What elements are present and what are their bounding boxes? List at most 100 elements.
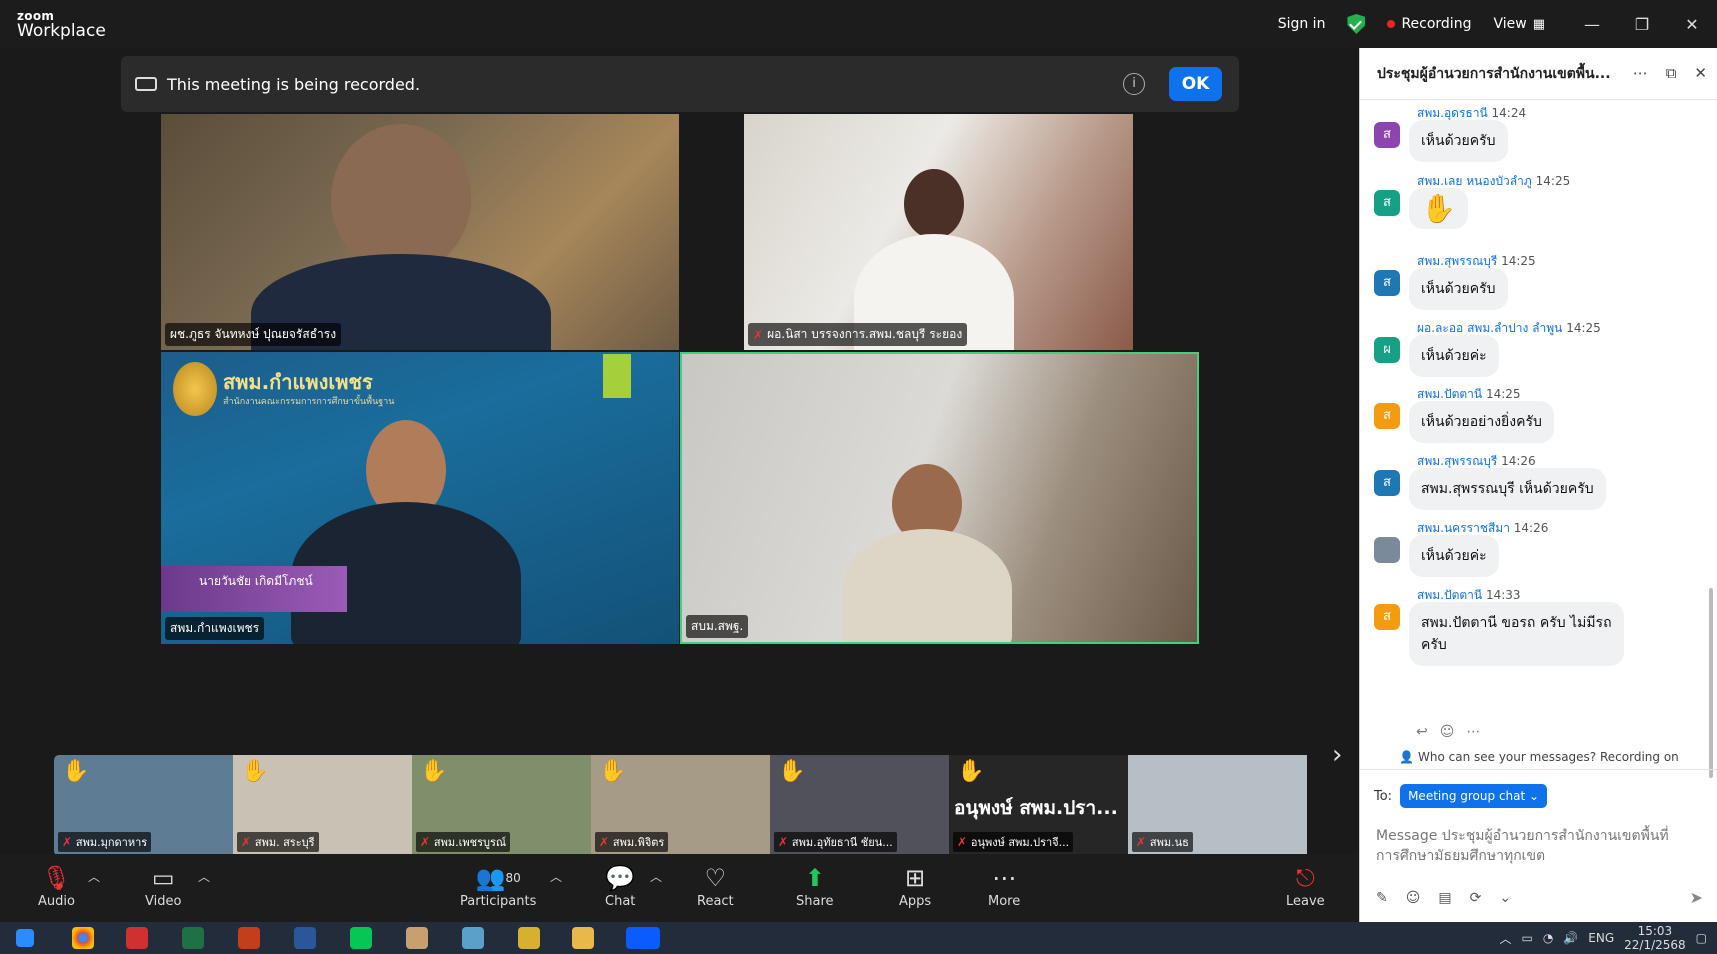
battery-icon[interactable]: ▭ (1521, 931, 1532, 945)
minimize-icon[interactable]: — (1567, 15, 1617, 34)
thumbnail-tile[interactable]: ✗ สพม.นธ (1128, 755, 1307, 856)
zoom-taskbar-icon[interactable] (626, 927, 660, 949)
participants-label: Participants (460, 894, 537, 909)
message-time: 14:33 (1485, 588, 1521, 602)
thumbnail-tile[interactable]: ✋ ✗ สพม.อุทัยธานี ชัยน... (770, 755, 949, 856)
send-icon[interactable]: ➤ (1690, 888, 1703, 907)
recording-indicator[interactable]: Recording (1387, 16, 1471, 32)
windows-start-icon[interactable] (16, 929, 34, 947)
network-icon[interactable]: ◔ (1543, 931, 1553, 945)
participants-count: 80 (505, 871, 521, 885)
message-visibility-notice[interactable]: 👤 Who can see your messages? Recording o… (1360, 744, 1717, 770)
zoom-logo: zoom Workplace (17, 10, 106, 40)
file-explorer-icon[interactable] (572, 927, 594, 949)
reply-icon[interactable]: ↩ (1416, 724, 1428, 740)
paint-icon[interactable] (406, 927, 428, 949)
chat-options-caret-icon[interactable]: ︿ (650, 868, 662, 885)
video-options-caret-icon[interactable]: ︿ (198, 868, 210, 885)
chrome-icon[interactable] (72, 927, 94, 949)
message-bubble: เห็นด้วยค่ะ (1409, 535, 1499, 577)
thumbnail-tile[interactable]: ✋ ✗ สพม.เพชรบูรณ์ (412, 755, 591, 856)
thumbnail-tile[interactable]: ✋ อนุพงษ์ สพม.ปรา... ✗ อนุพงษ์ สพม.ปราจี..… (949, 755, 1128, 856)
avatar: ส (1374, 403, 1400, 429)
excel-icon[interactable] (182, 927, 204, 949)
participant-name-tag: ✗ สพม. สระบุรี (237, 832, 319, 852)
muted-mic-icon: 🎙 (41, 864, 72, 892)
heart-icon: ♡ (704, 864, 727, 892)
powerpoint-icon[interactable] (238, 927, 260, 949)
share-button[interactable]: ⬆ Share (796, 862, 834, 909)
info-icon[interactable]: i (1123, 73, 1145, 95)
raised-hand-icon: ✋ (957, 759, 985, 784)
format-icon[interactable]: ✎ (1376, 890, 1388, 906)
view-label: View (1493, 16, 1527, 32)
close-icon[interactable]: ✕ (1667, 15, 1717, 34)
encryption-shield-icon[interactable] (1347, 14, 1366, 34)
screenshot-icon[interactable]: ⟳ (1470, 890, 1482, 906)
video-camera-icon: ▭ (151, 864, 175, 892)
thumbnail-tile[interactable]: ✋ ✗ สพม. สระบุรี (233, 755, 412, 856)
chevron-down-icon[interactable]: ⌄ (1499, 890, 1511, 906)
participant-name-tag: ✗ อนุพงษ์ สพม.ปราจี... (953, 832, 1074, 852)
muted-mic-icon: ✗ (778, 835, 792, 849)
chevron-up-icon[interactable]: ︿ (1499, 930, 1511, 947)
message-bubble: สพม.สุพรรณบุรี เห็นด้วยครับ (1409, 468, 1606, 510)
emoji-react-icon[interactable]: ☺ (1440, 724, 1455, 740)
thumbnail-tile[interactable]: ✋ ✗ สพม.พิจิตร (591, 755, 770, 856)
participants-button[interactable]: 👥80 Participants (460, 862, 536, 909)
restore-icon[interactable]: ❐ (1617, 15, 1667, 34)
muted-mic-icon: ✗ (753, 327, 764, 342)
avatar (1374, 537, 1400, 563)
palette-icon[interactable] (462, 927, 484, 949)
volume-icon[interactable]: 🔊 (1563, 931, 1578, 945)
participant-name-tag: ✗ สพม.นธ (1132, 832, 1193, 852)
file-icon[interactable]: ▤ (1438, 890, 1451, 906)
participants-options-caret-icon[interactable]: ︿ (550, 868, 562, 885)
line-icon[interactable] (350, 927, 372, 949)
message-bubble: เห็นด้วยค่ะ (1409, 335, 1499, 377)
sign-in-button[interactable]: Sign in (1278, 16, 1326, 32)
ok-button[interactable]: OK (1169, 67, 1222, 101)
message-time: 14:25 (1501, 254, 1536, 268)
meeting-area: This meeting is being recorded. i OK ผช.… (0, 48, 1359, 856)
pop-out-icon[interactable]: ⧉ (1666, 64, 1677, 82)
recipient-dropdown[interactable]: Meeting group chat ⌄ (1400, 784, 1548, 808)
participant-name-large: อนุพงษ์ สพม.ปรา... (954, 797, 1118, 819)
message-input[interactable]: Message ประชุมผู้อำนวยการสำนักงานเขตพื้น… (1376, 826, 1706, 866)
name-caption: นายวันชัย เกิดมีโภชน์ (161, 566, 347, 612)
thumbnail-tile[interactable]: ✋ ✗ สพม.มุกดาหาร (54, 755, 233, 856)
message-time: 14:26 (1501, 454, 1536, 468)
chat-icon: 💬 (605, 864, 636, 892)
active-speaker-tile[interactable]: สบม.สพฐ. (680, 352, 1199, 644)
video-tile[interactable]: ✗ ผอ.นิสา บรรจงการ.สพม.ชลบุรี ระยอง (744, 114, 1133, 350)
leave-button[interactable]: ⎋ Leave (1286, 862, 1325, 909)
app-icon[interactable] (126, 927, 148, 949)
audio-options-caret-icon[interactable]: ︿ (88, 868, 100, 885)
clock[interactable]: 15:03 22/1/2568 (1624, 924, 1686, 952)
emblem-icon (173, 362, 217, 416)
raised-hand-icon: ✋ (420, 759, 448, 784)
apps-button[interactable]: ⊞ Apps (899, 862, 931, 909)
next-page-icon[interactable]: › (1332, 740, 1342, 770)
share-icon: ⬆ (804, 864, 825, 892)
video-button[interactable]: ▭ Video (145, 862, 181, 909)
share-label: Share (796, 894, 834, 909)
video-tile[interactable]: สพม.กำแพงเพชร สำนักงานคณะกรรมการการศึกษา… (161, 352, 679, 644)
emoji-icon[interactable]: ☺ (1406, 890, 1421, 906)
view-button[interactable]: View ▦ (1493, 16, 1545, 32)
word-icon[interactable] (294, 927, 316, 949)
chat-button[interactable]: 💬 Chat (605, 862, 635, 909)
react-button[interactable]: ♡ React (697, 862, 734, 909)
more-label: More (988, 894, 1021, 909)
audio-button[interactable]: 🎙 Audio (38, 862, 75, 909)
app-icon[interactable] (518, 927, 540, 949)
language-indicator[interactable]: ENG (1588, 931, 1614, 945)
more-button[interactable]: ⋯ More (988, 862, 1020, 909)
react-label: React (697, 894, 734, 909)
more-options-icon[interactable]: ⋯ (1633, 64, 1648, 82)
notifications-icon[interactable]: ▢ (1696, 931, 1707, 945)
chat-panel: ประชุมผู้อำนวยการสำนักงานเขตพื้น... ⋯ ⧉ … (1359, 48, 1717, 922)
message-more-icon[interactable]: ⋯ (1466, 724, 1480, 740)
video-tile[interactable]: ผช.ภูธร จันทหงษ์ ปุณยจรัสธำรง (161, 114, 679, 350)
close-chat-icon[interactable]: ✕ (1694, 64, 1707, 82)
